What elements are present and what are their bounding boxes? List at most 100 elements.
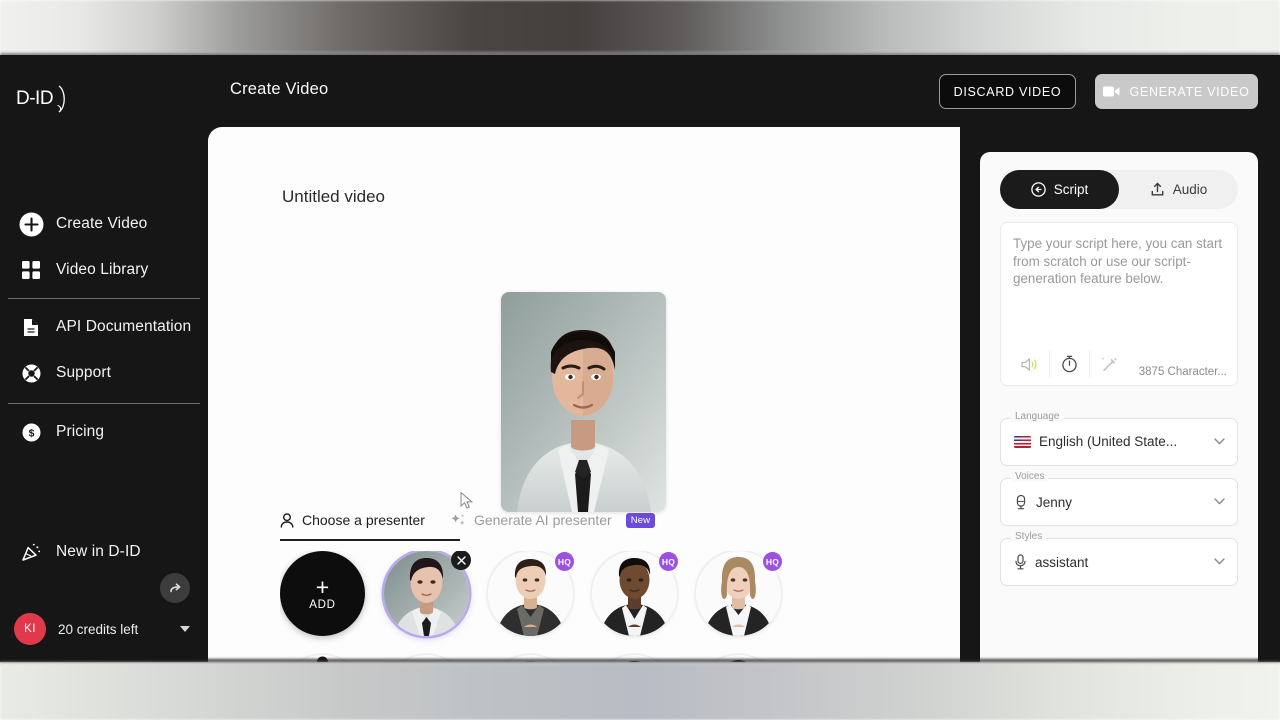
voices-value: Jenny [1036, 494, 1073, 510]
chevron-down-icon[interactable] [1214, 438, 1225, 445]
speaker-icon[interactable] [1009, 351, 1049, 377]
script-textarea[interactable]: Type your script here, you can start fro… [1000, 222, 1238, 386]
chevron-down-icon[interactable] [180, 626, 190, 632]
voice-icon [1014, 494, 1028, 510]
account-credits-row[interactable]: KI 20 credits left [0, 606, 208, 652]
plus-icon: + [315, 573, 330, 600]
sidebar-item-support[interactable]: Support [0, 350, 208, 396]
script-bubble-icon [1030, 182, 1046, 197]
video-title[interactable]: Untitled video [282, 187, 385, 207]
screenshot-stage: D-ID Create Video Video Library API Docu… [0, 0, 1280, 720]
sidebar-item-label: API Documentation [56, 318, 192, 335]
sidebar-item-label: New in D-ID [56, 543, 141, 560]
avatar[interactable]: KI [14, 613, 46, 645]
mode-script-button[interactable]: Script [1000, 170, 1119, 209]
mode-audio-label: Audio [1172, 182, 1208, 197]
top-frame-band [0, 0, 1280, 55]
mouse-cursor [460, 492, 474, 510]
sidebar-item-new-in-did[interactable]: New in D-ID [0, 529, 208, 575]
document-icon [18, 314, 44, 340]
sidebar-item-pricing[interactable]: $ Pricing [0, 409, 208, 455]
voices-value-row: Jenny [1014, 494, 1072, 510]
svg-text:$: $ [28, 427, 34, 439]
styles-value: assistant [1035, 554, 1089, 570]
script-placeholder: Type your script here, you can start fro… [1013, 236, 1223, 287]
tab-generate-ai-presenter[interactable]: Generate AI presenter New [451, 512, 656, 528]
generate-video-label: GENERATE VIDEO [1129, 84, 1250, 99]
mode-script-label: Script [1053, 182, 1089, 197]
lifebuoy-icon [18, 360, 44, 386]
bottom-frame-edge [0, 659, 1280, 665]
bottom-frame-band [0, 663, 1280, 720]
mode-audio-button[interactable]: Audio [1119, 170, 1238, 209]
styles-select[interactable]: Styles assistant [1000, 531, 1238, 586]
presenter-item[interactable] [384, 551, 471, 636]
dollar-circle-icon: $ [18, 419, 44, 445]
language-value: English (United State... [1039, 434, 1178, 449]
generate-video-button[interactable]: GENERATE VIDEO [1095, 74, 1258, 109]
timer-icon[interactable] [1049, 351, 1089, 377]
canvas-card: Untitled video Choose a presenter Genera… [208, 127, 1090, 662]
hq-badge: HQ [659, 552, 678, 571]
top-bar: Create Video DISCARD VIDEO GENERATE VIDE… [208, 55, 1280, 127]
page-title: Create Video [230, 80, 329, 98]
remove-presenter-button[interactable] [451, 551, 471, 570]
arrow-redo-icon [169, 582, 180, 592]
microphone-icon [1014, 554, 1027, 570]
hq-badge: HQ [555, 552, 574, 571]
script-toolbar [1009, 351, 1129, 377]
presenter-item[interactable]: HQ [696, 551, 782, 636]
script-audio-toggle: Script Audio [1000, 170, 1238, 209]
discard-video-label: DISCARD VIDEO [953, 84, 1062, 99]
presenter-row: + ADD HQ HQ HQ [280, 551, 890, 636]
application-window: D-ID Create Video Video Library API Docu… [0, 55, 1280, 662]
magic-wand-icon[interactable] [1089, 351, 1129, 377]
new-badge: New [625, 512, 656, 528]
language-legend: Language [1011, 411, 1064, 422]
confetti-icon [18, 539, 44, 565]
character-count: 3875 Character... [1138, 366, 1227, 378]
script-panel: Script Audio Type your script here, you … [980, 152, 1258, 662]
styles-legend: Styles [1011, 531, 1047, 542]
collapse-sidebar-button[interactable] [160, 573, 190, 603]
sidebar-item-label: Video Library [56, 261, 149, 278]
sidebar-item-create-video[interactable]: Create Video [0, 201, 208, 247]
chevron-down-icon[interactable] [1214, 558, 1225, 565]
voices-legend: Voices [1011, 471, 1049, 482]
grid-icon [18, 257, 44, 283]
us-flag-icon [1014, 435, 1031, 448]
person-icon [280, 512, 294, 528]
styles-value-row: assistant [1014, 554, 1088, 570]
language-value-row: English (United State... [1014, 434, 1177, 449]
sidebar-item-label: Create Video [56, 215, 148, 232]
sparkles-icon [451, 513, 466, 528]
svg-text:D-ID: D-ID [16, 88, 53, 109]
add-label: ADD [309, 598, 336, 611]
sidebar-item-api-documentation[interactable]: API Documentation [0, 304, 208, 350]
video-camera-icon [1103, 85, 1120, 98]
presenter-item[interactable]: HQ [488, 551, 574, 636]
chevron-down-icon[interactable] [1214, 498, 1225, 505]
did-logo[interactable]: D-ID [16, 82, 74, 116]
tab-label: Choose a presenter [302, 512, 425, 528]
presenter-preview-image[interactable] [501, 292, 666, 512]
sidebar-item-video-library[interactable]: Video Library [0, 247, 208, 293]
sidebar: D-ID Create Video Video Library API Docu… [0, 55, 208, 662]
tab-choose-a-presenter[interactable]: Choose a presenter [280, 512, 425, 528]
sidebar-divider-2 [8, 403, 200, 404]
plus-circle-icon [18, 211, 44, 237]
presenter-item[interactable]: HQ [592, 551, 678, 636]
hq-badge: HQ [763, 552, 782, 571]
sidebar-item-label: Pricing [56, 423, 105, 440]
sidebar-divider-1 [8, 298, 200, 299]
voices-select[interactable]: Voices Jenny [1000, 471, 1238, 526]
credits-label: 20 credits left [58, 621, 139, 637]
active-tab-underline [280, 539, 460, 542]
tab-label: Generate AI presenter [473, 512, 612, 528]
add-presenter-button[interactable]: + ADD [280, 551, 365, 636]
presenter-grid: + ADD HQ HQ HQ [280, 551, 890, 662]
presenter-tabs: Choose a presenter Generate AI presenter… [280, 512, 656, 528]
language-select[interactable]: Language English (United State... [1000, 411, 1238, 466]
sidebar-item-label: Support [56, 364, 111, 381]
discard-video-button[interactable]: DISCARD VIDEO [939, 74, 1076, 109]
